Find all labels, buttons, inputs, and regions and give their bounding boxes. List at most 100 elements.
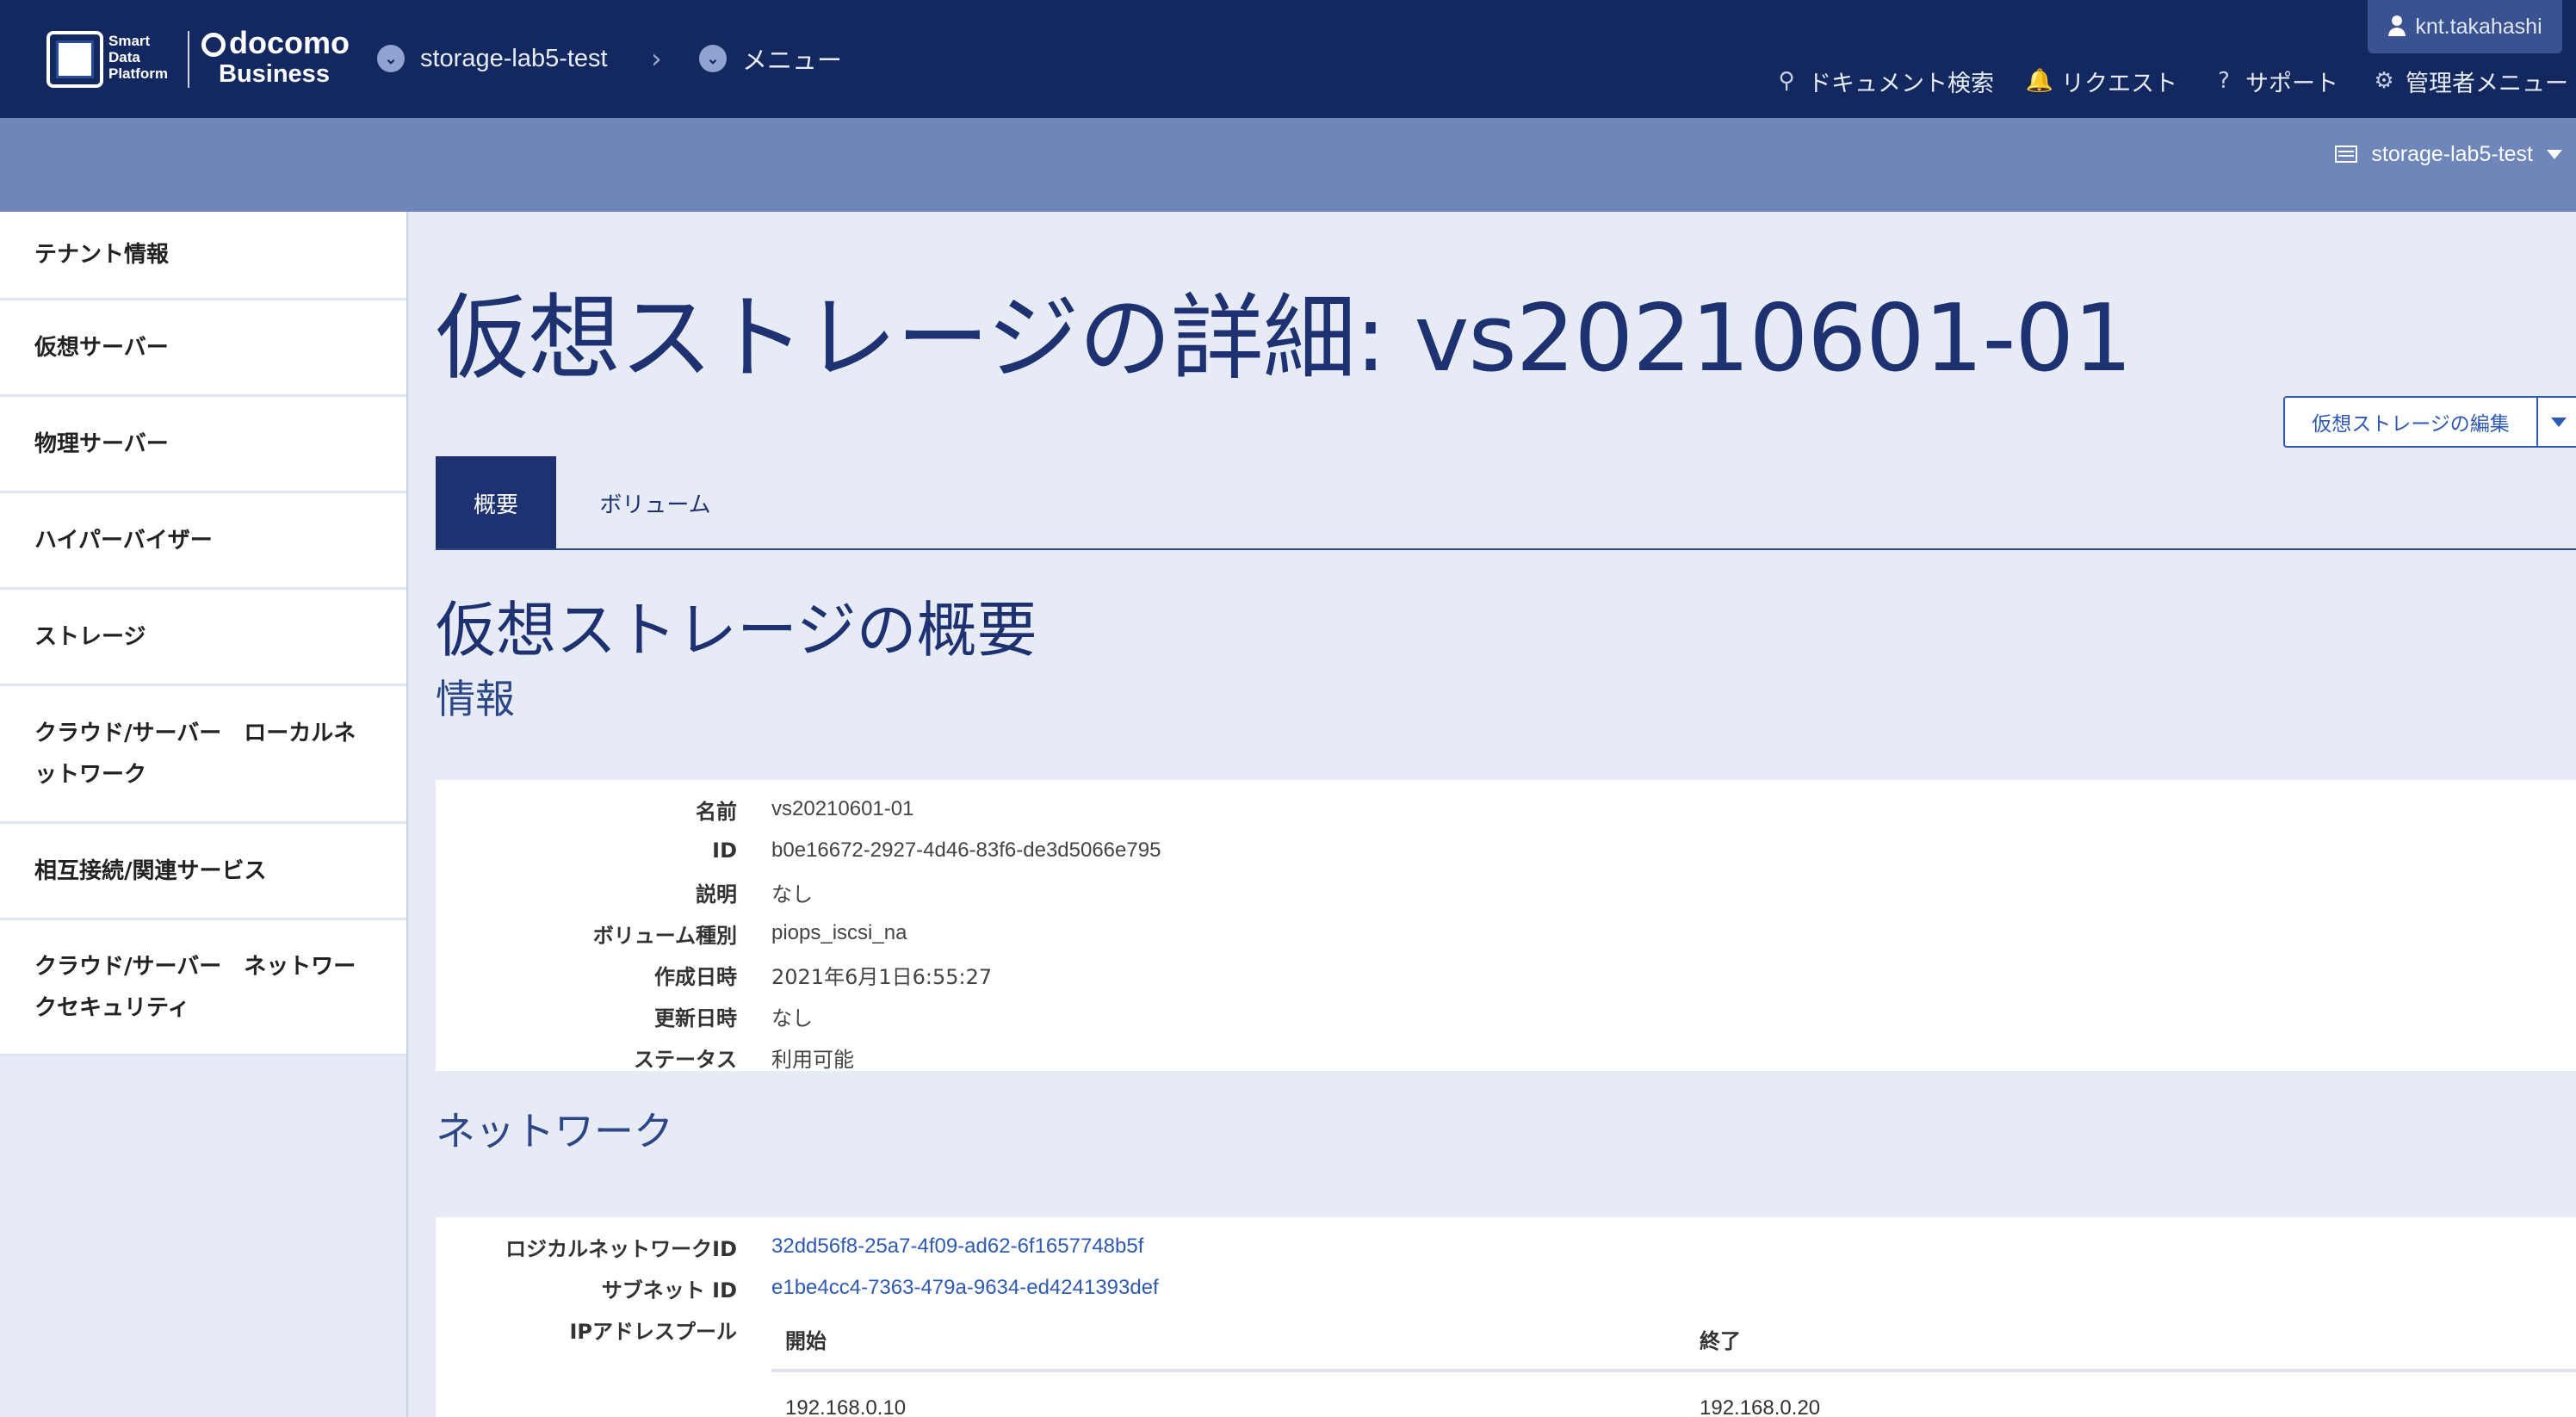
edit-storage-button[interactable]: 仮想ストレージの編集 [2283, 396, 2538, 448]
info-key: ステータス [634, 1047, 737, 1072]
sidebar-item-network-security[interactable]: クラウド/サーバー ネットワー クセキュリティ [0, 920, 406, 1056]
sidebar-item-tenant-info[interactable]: テナント情報 [0, 212, 406, 300]
info-value: 利用可能 [771, 1047, 854, 1072]
info-row: 作成日時 2021年6月1日6:55:27 [436, 954, 2576, 995]
docomo-mark-icon [201, 33, 226, 58]
sidebar-item-label: ハイパーバイザー [34, 527, 213, 554]
nav-docs[interactable]: ⚲ ドキュメント検索 [1774, 65, 1994, 97]
sidebar-item-label: 相互接続/関連サービス [34, 857, 267, 884]
user-menu[interactable]: knt.takahashi [2368, 0, 2562, 53]
sdp-logo-icon[interactable] [46, 31, 103, 88]
sidebar-item-label: 物理サーバー [34, 430, 169, 457]
logical-network-link[interactable]: 32dd56f8-25a7-4f09-ad62-6f1657748b5f [771, 1234, 1143, 1259]
sidebar-item-label: 仮想サーバー [34, 334, 169, 361]
info-panel: 名前 vs20210601-01 ID b0e16672-2927-4d46-8… [436, 780, 2576, 1072]
top-header: Smart Data Platform docomo Business ⌄ st… [0, 0, 2576, 118]
sidebar-item-hypervisor[interactable]: ハイパーバイザー [0, 493, 406, 590]
logo-divider [188, 31, 189, 88]
list-icon [2335, 145, 2358, 163]
nav-docs-label: ドキュメント検索 [1808, 70, 1994, 97]
sidebar-item-storage[interactable]: ストレージ [0, 590, 406, 686]
sidebar-item-local-network[interactable]: クラウド/サーバー ローカルネ ットワーク [0, 686, 406, 824]
info-key: 作成日時 [654, 964, 737, 989]
info-row: ボリューム種別 piops_iscsi_na [436, 913, 2576, 954]
info-row: 説明 なし [436, 871, 2576, 913]
breadcrumb-separator-icon: › [651, 42, 662, 75]
tenant-selector-label: storage-lab5-test [2371, 141, 2533, 166]
person-icon [2387, 15, 2406, 38]
info-key: 説明 [696, 882, 737, 907]
search-icon: ⚲ [1778, 68, 1795, 94]
info-key: ボリューム種別 [592, 923, 737, 948]
sidebar: テナント情報 仮想サーバー 物理サーバー ハイパーバイザー ストレージ クラウド… [0, 212, 408, 1417]
info-value: vs20210601-01 [771, 797, 914, 820]
page-title: 仮想ストレージの詳細: vs20210601-01 [436, 285, 2133, 393]
network-key: サブネット ID [601, 1278, 737, 1303]
nav-admin[interactable]: ⚙ 管理者メニュー [2371, 65, 2568, 97]
ip-pool-column-end: 終了 [1700, 1329, 1741, 1353]
info-row: 更新日時 なし [436, 995, 2576, 1036]
info-row: ID b0e16672-2927-4d46-83f6-de3d5066e795 [436, 830, 2576, 871]
breadcrumb-tenant-label: storage-lab5-test [420, 44, 608, 72]
nav-request[interactable]: 🔔 リクエスト [2025, 65, 2177, 97]
ip-pool-start-cell: 192.168.0.10 [785, 1396, 907, 1417]
info-key: 更新日時 [654, 1006, 737, 1030]
sidebar-item-virtual-server[interactable]: 仮想サーバー [0, 300, 406, 397]
sidebar-item-label-line2: クセキュリティ [34, 994, 190, 1021]
tenant-selector[interactable]: storage-lab5-test [2335, 137, 2562, 171]
info-heading: 情報 [436, 676, 515, 722]
sub-header: storage-lab5-test [0, 118, 2576, 212]
tab-overview[interactable]: 概要 [436, 456, 556, 549]
table-row: 192.168.0.10 192.168.0.20 [771, 1376, 2576, 1417]
subnet-link[interactable]: e1be4cc4-7363-479a-9634-ed4241393def [771, 1276, 1159, 1300]
tab-volumes[interactable]: ボリューム [556, 456, 754, 549]
tab-underline [436, 548, 2576, 550]
sdp-logo-text: Smart Data Platform [108, 33, 168, 82]
main-content: 仮想ストレージの詳細: vs20210601-01 仮想ストレージの編集 概要 … [410, 212, 2576, 1417]
ip-pool-table-header: 開始 終了 [771, 1303, 2576, 1372]
info-value: piops_iscsi_na [771, 921, 907, 944]
sidebar-item-label-line1: クラウド/サーバー ローカルネ [34, 720, 356, 746]
sidebar-item-physical-server[interactable]: 物理サーバー [0, 397, 406, 493]
network-heading: ネットワーク [436, 1108, 673, 1154]
network-row: ロジカルネットワークID 32dd56f8-25a7-4f09-ad62-6f1… [436, 1226, 2576, 1267]
chevron-down-icon: ⌄ [377, 45, 405, 72]
network-key: IPアドレスプール [569, 1319, 737, 1344]
ip-pool-end-cell: 192.168.0.20 [1700, 1396, 1821, 1417]
nav-admin-label: 管理者メニュー [2406, 70, 2568, 97]
overview-heading: 仮想ストレージの概要 [436, 595, 1037, 665]
nav-support-label: サポート [2245, 70, 2338, 97]
sidebar-item-interconnect[interactable]: 相互接続/関連サービス [0, 824, 406, 920]
business-logo: Business [219, 60, 330, 88]
info-value: b0e16672-2927-4d46-83f6-de3d5066e795 [771, 838, 1161, 862]
sidebar-item-label-line1: クラウド/サーバー ネットワー [34, 953, 356, 980]
breadcrumb-tenant[interactable]: ⌄ storage-lab5-test [377, 41, 608, 76]
edit-options-dropdown[interactable] [2536, 396, 2576, 448]
nav-request-label: リクエスト [2061, 70, 2177, 97]
nav-support[interactable]: ? サポート [2211, 65, 2338, 97]
network-row: サブネット ID e1be4cc4-7363-479a-9634-ed42413… [436, 1267, 2576, 1309]
network-key: ロジカルネットワークID [505, 1236, 737, 1261]
breadcrumb-menu[interactable]: ⌄ メニュー [699, 41, 842, 76]
info-value: なし [771, 882, 813, 907]
caret-down-icon [2551, 417, 2567, 427]
sidebar-item-label: テナント情報 [34, 242, 170, 268]
network-panel: ロジカルネットワークID 32dd56f8-25a7-4f09-ad62-6f1… [436, 1217, 2576, 1417]
chevron-down-icon: ⌄ [699, 45, 727, 72]
info-row: 名前 vs20210601-01 [436, 789, 2576, 830]
gear-icon: ⚙ [2374, 68, 2394, 94]
help-icon: ? [2218, 68, 2230, 94]
caret-down-icon [2547, 149, 2562, 159]
info-key: 名前 [696, 799, 737, 824]
sidebar-item-label-line2: ットワーク [34, 761, 147, 788]
info-key: ID [712, 838, 737, 863]
docomo-logo: docomo [201, 26, 350, 60]
bell-icon: 🔔 [2025, 68, 2054, 94]
ip-pool-column-start: 開始 [785, 1329, 827, 1353]
info-row: ステータス 利用可能 [436, 1036, 2576, 1078]
breadcrumb-menu-label: メニュー [742, 47, 843, 75]
user-name: knt.takahashi [2415, 14, 2542, 39]
info-value: 2021年6月1日6:55:27 [771, 964, 993, 989]
sidebar-item-label: ストレージ [34, 623, 146, 650]
info-value: なし [771, 1006, 813, 1030]
